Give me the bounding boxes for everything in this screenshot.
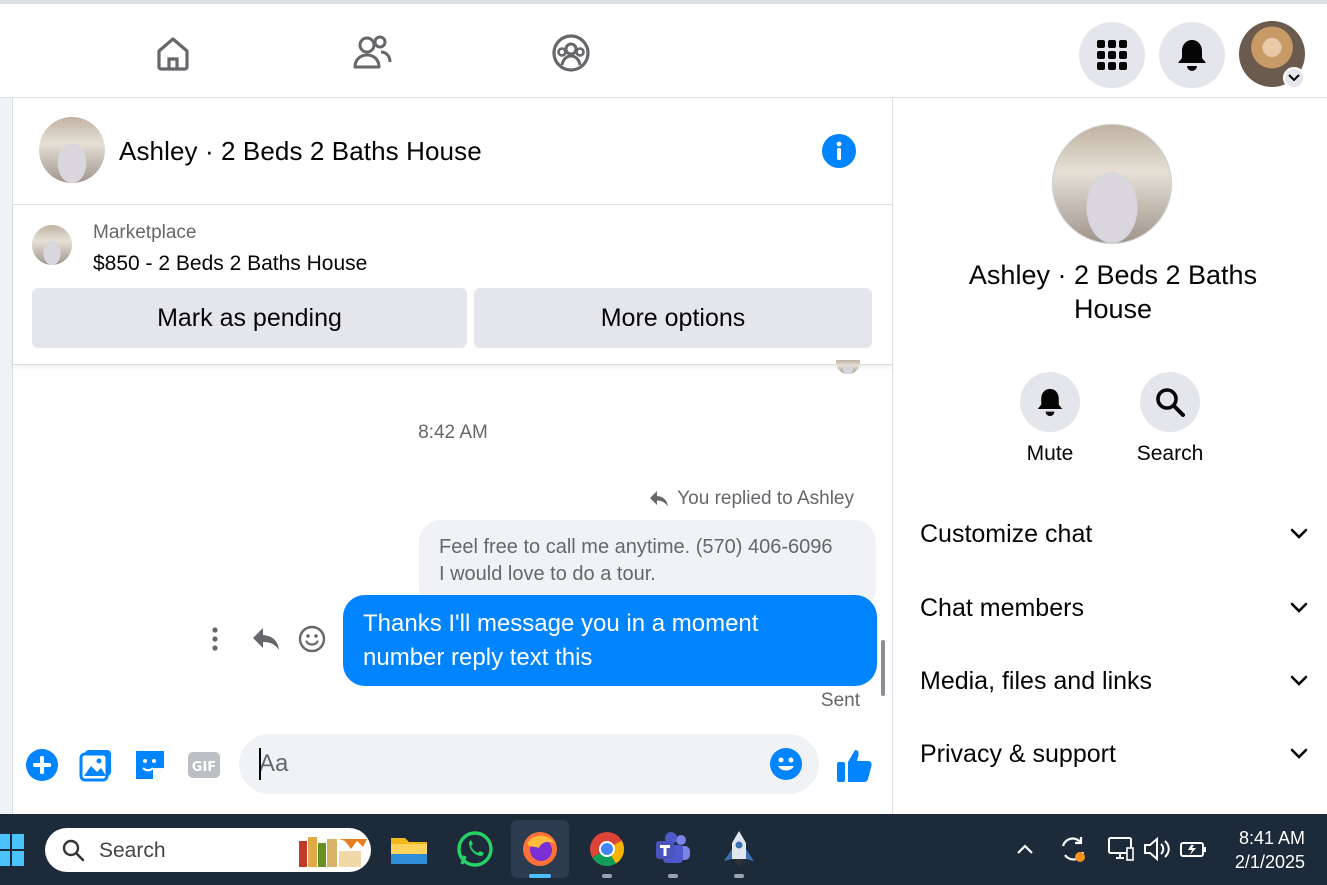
chrome-icon[interactable]: [587, 829, 627, 869]
bell-icon[interactable]: [1020, 372, 1080, 432]
conversation-title: Ashley · 2 Beds 2 Baths House: [968, 260, 1258, 324]
menu-grid-icon[interactable]: [1079, 22, 1145, 88]
seen-avatar: [836, 360, 860, 374]
teams-icon[interactable]: [653, 829, 693, 869]
marketplace-label: Marketplace: [93, 222, 197, 243]
battery-icon[interactable]: [1178, 834, 1208, 864]
whatsapp-icon[interactable]: [455, 829, 495, 869]
chevron-down-icon: [1290, 748, 1308, 759]
chat-panel: Ashley · 2 Beds 2 Baths House Marketplac…: [12, 98, 893, 814]
volume-icon[interactable]: [1142, 834, 1172, 864]
text-caret: [259, 748, 261, 780]
listing-thumbnail[interactable]: [32, 225, 72, 265]
customize-chat-section[interactable]: Customize chat: [920, 514, 1308, 554]
info-icon[interactable]: [822, 134, 856, 168]
chat-avatar[interactable]: [39, 117, 105, 183]
chevron-down-icon: [1290, 528, 1308, 539]
message-line: Thanks I'll message you in a moment: [363, 610, 759, 637]
active-app-indicator: [529, 874, 551, 878]
windows-start-icon[interactable]: [0, 834, 24, 866]
section-label: Chat members: [920, 593, 1084, 622]
taskbar-search[interactable]: Search: [45, 828, 371, 872]
mute-label: Mute: [1026, 442, 1074, 465]
media-files-links-section[interactable]: Media, files and links: [920, 661, 1308, 701]
svg-text:GIF: GIF: [192, 760, 216, 775]
open-app-indicator: [602, 874, 612, 878]
sticker-icon[interactable]: [131, 746, 169, 784]
marketplace-banner: Marketplace $850 - 2 Beds 2 Baths House …: [13, 205, 893, 365]
search-icon[interactable]: [1140, 372, 1200, 432]
mark-as-pending-button[interactable]: Mark as pending: [32, 288, 467, 348]
sent-message-bubble[interactable]: Thanks I'll message you in a moment numb…: [343, 595, 877, 686]
chat-title[interactable]: Ashley · 2 Beds 2 Baths House: [119, 136, 482, 167]
conversation-avatar[interactable]: [1052, 124, 1172, 244]
more-options-button[interactable]: More options: [474, 288, 872, 348]
message-actions: [203, 624, 327, 654]
section-label: Media, files and links: [920, 666, 1153, 695]
system-clock[interactable]: 8:41 AM 2/1/2025: [1235, 826, 1305, 874]
quoted-line: I would love to do a tour.: [439, 563, 656, 585]
more-dots-icon[interactable]: [203, 624, 227, 654]
message-composer: GIF: [13, 728, 893, 808]
listing-title[interactable]: $850 - 2 Beds 2 Baths House: [93, 252, 367, 276]
windows-taskbar: Search 8:41 AM 2/1/2025: [0, 814, 1327, 885]
photo-icon[interactable]: [77, 746, 115, 784]
message-input-wrap[interactable]: [239, 734, 819, 794]
chevron-down-icon: [1290, 602, 1308, 613]
replied-label: You replied to Ashley: [677, 488, 854, 509]
message-input[interactable]: [259, 744, 759, 784]
message-status: Sent: [820, 690, 860, 711]
section-label: Customize chat: [920, 519, 1093, 548]
conversation-details-panel: Ashley · 2 Beds 2 Baths House Mute Searc…: [893, 98, 1327, 814]
like-icon[interactable]: [835, 746, 873, 784]
plus-icon[interactable]: [23, 746, 61, 784]
groups-icon[interactable]: [548, 30, 594, 76]
network-icon[interactable]: [1106, 834, 1136, 864]
chevron-up-icon[interactable]: [1010, 834, 1040, 864]
file-explorer-icon[interactable]: [389, 829, 429, 869]
taskbar-search-placeholder: Search: [99, 839, 166, 862]
chevron-down-icon: [1290, 675, 1308, 686]
message-thread: 8:42 AM You replied to Ashley Feel free …: [13, 360, 893, 716]
gif-icon[interactable]: GIF: [185, 746, 223, 784]
open-app-indicator: [734, 874, 744, 878]
chat-members-section[interactable]: Chat members: [920, 588, 1308, 628]
privacy-support-section[interactable]: Privacy & support: [920, 734, 1308, 774]
message-timestamp: 8:42 AM: [418, 422, 488, 443]
search-icon: [62, 839, 85, 862]
clock-date: 2/1/2025: [1234, 852, 1305, 872]
firefox-icon[interactable]: [520, 829, 560, 869]
sync-icon[interactable]: [1058, 834, 1088, 864]
chat-scrollbar[interactable]: [881, 640, 885, 696]
friends-icon[interactable]: [349, 30, 395, 76]
home-icon[interactable]: [150, 30, 196, 76]
rocket-app-icon[interactable]: [719, 829, 759, 869]
books-widget-icon: [299, 837, 367, 867]
reply-icon[interactable]: [251, 624, 281, 654]
emoji-icon[interactable]: [769, 747, 803, 781]
reply-icon: [650, 491, 669, 507]
message-line: number reply text this: [363, 644, 593, 671]
top-navigation: [0, 0, 1327, 98]
open-app-indicator: [668, 874, 678, 878]
mute-action[interactable]: Mute: [1005, 372, 1095, 466]
chat-header: Ashley · 2 Beds 2 Baths House: [13, 98, 893, 205]
section-label: Privacy & support: [920, 739, 1116, 768]
search-label: Search: [1136, 442, 1204, 465]
quoted-line: Feel free to call me anytime. (570) 406-…: [439, 536, 833, 558]
clock-time: 8:41 AM: [1238, 828, 1305, 848]
react-icon[interactable]: [297, 624, 327, 654]
replied-indicator: You replied to Ashley: [649, 488, 854, 510]
chevron-down-icon[interactable]: [1283, 67, 1305, 89]
search-action[interactable]: Search: [1125, 372, 1215, 466]
bell-icon[interactable]: [1159, 22, 1225, 88]
